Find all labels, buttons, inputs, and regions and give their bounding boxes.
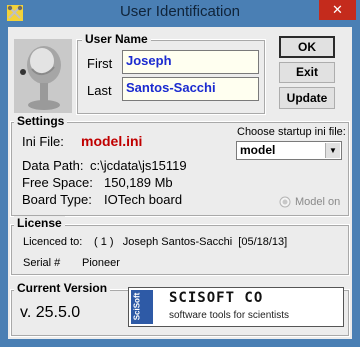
license-group bbox=[10, 224, 350, 276]
title-bar[interactable]: User Identification ✕ bbox=[0, 0, 360, 27]
banner-title: SCISOFT CO bbox=[169, 290, 264, 306]
first-name-field[interactable]: Joseph bbox=[122, 50, 259, 74]
exit-button[interactable]: Exit bbox=[279, 62, 335, 83]
dialog-body: User Name First Joseph Last Santos-Sacch… bbox=[8, 27, 352, 339]
free-space-value: 150,189 Mb bbox=[104, 175, 173, 190]
banner-side-text: SciSoft bbox=[132, 292, 142, 321]
startup-ini-selected: model bbox=[240, 143, 276, 157]
user-name-group-title: User Name bbox=[82, 32, 151, 46]
ini-file-label: Ini File: bbox=[22, 134, 64, 149]
banner-tagline: software tools for scientists bbox=[169, 310, 290, 321]
settings-group-title: Settings bbox=[14, 114, 68, 128]
first-name-label: First bbox=[87, 56, 113, 71]
licenced-to-value: ( 1 ) Joseph Santos-Sacchi [05/18/13] bbox=[94, 236, 288, 248]
model-on-label: Model on bbox=[295, 196, 341, 208]
board-type-label: Board Type: bbox=[22, 192, 92, 207]
data-path-label: Data Path: bbox=[22, 158, 84, 173]
model-on-radio[interactable] bbox=[279, 196, 291, 208]
ini-file-value: model.ini bbox=[81, 133, 143, 149]
window: User Identification ✕ User Name First Jo… bbox=[0, 0, 360, 347]
chevron-down-icon[interactable]: ▼ bbox=[325, 143, 340, 158]
serial-value: Pioneer bbox=[82, 257, 120, 269]
window-title: User Identification bbox=[119, 3, 241, 20]
bust-photo bbox=[14, 39, 72, 113]
ok-button[interactable]: OK bbox=[279, 36, 335, 58]
board-type-value: IOTech board bbox=[104, 192, 183, 207]
close-button[interactable]: ✕ bbox=[319, 0, 356, 20]
last-name-label: Last bbox=[87, 83, 112, 98]
serial-label: Serial # bbox=[23, 257, 61, 269]
banner-logo: SciSoft bbox=[131, 290, 153, 324]
license-group-title: License bbox=[14, 216, 65, 230]
free-space-label: Free Space: bbox=[22, 175, 93, 190]
version-value: v. 25.5.0 bbox=[20, 304, 81, 321]
last-name-field[interactable]: Santos-Sacchi bbox=[122, 77, 259, 101]
startup-ini-select[interactable]: model ▼ bbox=[236, 141, 342, 160]
update-button[interactable]: Update bbox=[279, 87, 335, 109]
version-group-title: Current Version bbox=[14, 281, 111, 295]
scisoft-banner: SciSoft SCISOFT CO software tools for sc… bbox=[128, 287, 344, 327]
licenced-to-label: Licenced to: bbox=[23, 236, 83, 248]
startup-ini-label: Choose startup ini file: bbox=[237, 126, 346, 138]
data-path-value: c:\jcdata\js15119 bbox=[90, 158, 187, 173]
